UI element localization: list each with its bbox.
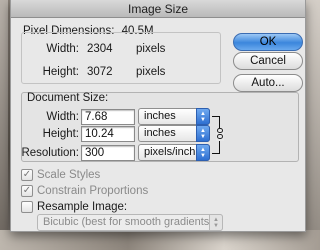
up-down-arrows-icon: ▲ ▼ [196,108,210,125]
background-edge-left [0,0,8,250]
chain-link-icon [216,128,224,141]
resample-image-label: Resample Image: [37,201,128,213]
pixel-height-unit: pixels [136,66,166,78]
image-size-dialog: Image Size Pixel Dimensions: 40.5M Width… [10,0,306,232]
cancel-button[interactable]: Cancel [233,52,303,70]
up-down-arrows-icon: ▲ ▼ [196,125,210,142]
auto-button[interactable]: Auto... [233,74,303,92]
pixel-height-label: Height: [42,66,79,78]
doc-width-label: Width: [46,111,79,123]
pixel-width-label: Width: [46,43,79,55]
doc-height-unit-value: inches [144,127,176,139]
pixel-height-value: 3072 [87,66,113,78]
checkmark-icon: ✓ [22,185,32,196]
doc-width-unit-select[interactable]: inches ▲ ▼ [138,108,210,125]
doc-height-label: Height: [42,128,79,140]
checkmark-icon: ✓ [22,169,32,180]
doc-resolution-unit-value: pixels/inch [144,146,196,158]
doc-height-unit-select[interactable]: inches ▲ ▼ [138,125,210,142]
scale-styles-label: Scale Styles [37,169,101,181]
up-down-arrows-icon: ▲ ▼ [196,144,210,161]
doc-width-field[interactable]: 7.68 [81,109,135,125]
dialog-title: Image Size [11,0,305,18]
doc-width-unit-value: inches [144,110,176,122]
doc-resolution-unit-select[interactable]: pixels/inch ▲ ▼ [138,144,210,161]
constrain-proportions-label: Constrain Proportions [37,185,149,197]
up-down-arrows-icon: ▲ ▼ [209,214,223,231]
background-edge-right [306,0,320,250]
doc-height-field[interactable]: 10.24 [81,126,135,142]
constrain-proportions-checkbox[interactable]: ✓ [21,185,33,197]
resample-method-select[interactable]: Bicubic (best for smooth gradients) ▲ ▼ [37,214,223,231]
doc-resolution-field[interactable]: 300 [81,145,135,161]
document-size-title: Document Size: [27,92,109,104]
background-bottom [0,230,320,250]
resample-method-value: Bicubic (best for smooth gradients) [43,216,213,228]
pixel-width-value: 2304 [87,43,113,55]
resample-image-checkbox[interactable] [21,201,33,213]
pixel-width-unit: pixels [136,43,166,55]
ok-button[interactable]: OK [233,33,303,51]
scale-styles-checkbox[interactable]: ✓ [21,169,33,181]
doc-resolution-label: Resolution: [21,147,79,159]
